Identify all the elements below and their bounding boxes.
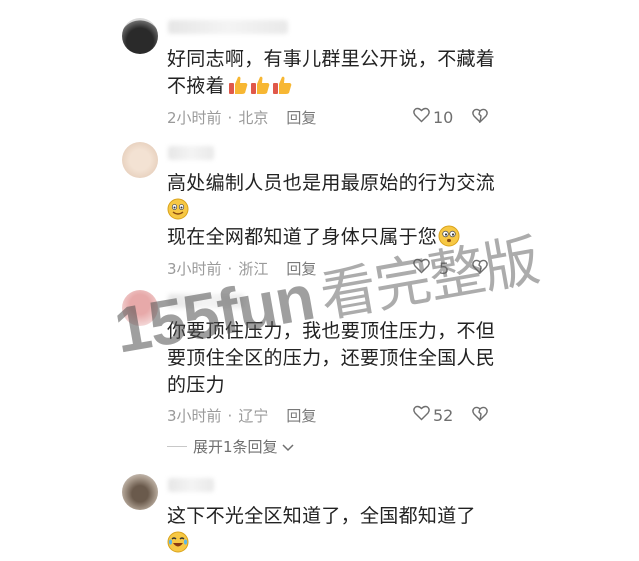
separator-dot: ·	[227, 108, 233, 127]
separator-dot: ·	[227, 406, 233, 425]
thumbs-up-icon	[271, 74, 293, 96]
comment-text: 高处编制人员也是用最原始的行为交流	[167, 170, 517, 224]
comment-text: 这下不光全区知道了，全国都知道了	[167, 503, 517, 557]
heart-icon	[413, 107, 433, 127]
broken-heart-icon	[472, 108, 488, 127]
comment-meta: 3小时前 · 浙江 回复	[167, 258, 316, 279]
avatar[interactable]	[122, 18, 158, 54]
avatar[interactable]	[122, 290, 158, 326]
dislike-button[interactable]	[472, 108, 488, 127]
smiling-face-icon	[167, 198, 189, 220]
laughing-crying-face-icon	[167, 531, 189, 553]
username-blurred[interactable]	[168, 146, 214, 160]
divider	[167, 446, 187, 447]
avatar[interactable]	[122, 142, 158, 178]
comment-meta: 3小时前 · 辽宁 回复	[167, 405, 316, 426]
comment-meta: 2小时前 · 北京 回复	[167, 107, 316, 128]
like-button[interactable]: 52	[413, 405, 453, 425]
reply-button[interactable]: 回复	[286, 258, 316, 279]
thumbs-up-icon	[227, 74, 249, 96]
reply-button[interactable]: 回复	[286, 107, 316, 128]
comment-text-line2: 现在全网都知道了身体只属于您	[167, 224, 517, 251]
location: 辽宁	[238, 407, 269, 425]
username-blurred[interactable]	[168, 478, 214, 492]
dislike-button[interactable]	[472, 406, 488, 425]
separator-dot: ·	[227, 259, 233, 278]
timestamp: 3小时前	[167, 260, 222, 278]
avatar[interactable]	[122, 474, 158, 510]
thumbs-up-icon	[249, 74, 271, 96]
comment-text: 你要顶住压力，我也要顶住压力，不但 要顶住全区的压力，还要顶住全国人民 的压力	[167, 320, 496, 396]
like-button[interactable]: 10	[413, 107, 453, 127]
timestamp: 3小时前	[167, 407, 222, 425]
heart-icon	[413, 258, 433, 278]
timestamp: 2小时前	[167, 109, 222, 127]
broken-heart-icon	[472, 406, 488, 425]
dislike-button[interactable]	[472, 259, 488, 278]
like-count: 5	[439, 258, 450, 278]
like-button[interactable]: 5	[413, 258, 449, 278]
location: 浙江	[238, 260, 269, 278]
like-count: 10	[433, 107, 454, 127]
reply-button[interactable]: 回复	[286, 405, 316, 426]
username-blurred[interactable]	[168, 20, 288, 34]
chevron-down-icon	[282, 438, 294, 456]
dizzy-face-icon	[438, 225, 460, 247]
location: 北京	[238, 109, 269, 127]
username-blurred[interactable]	[168, 294, 244, 308]
broken-heart-icon	[472, 259, 488, 278]
expand-replies-button[interactable]: 展开1条回复	[167, 436, 294, 457]
expand-replies-label: 展开1条回复	[193, 438, 278, 456]
comment-text: 好同志啊，有事儿群里公开说，不藏着 不掖着	[167, 48, 496, 97]
heart-icon	[413, 405, 433, 425]
like-count: 52	[433, 405, 454, 425]
